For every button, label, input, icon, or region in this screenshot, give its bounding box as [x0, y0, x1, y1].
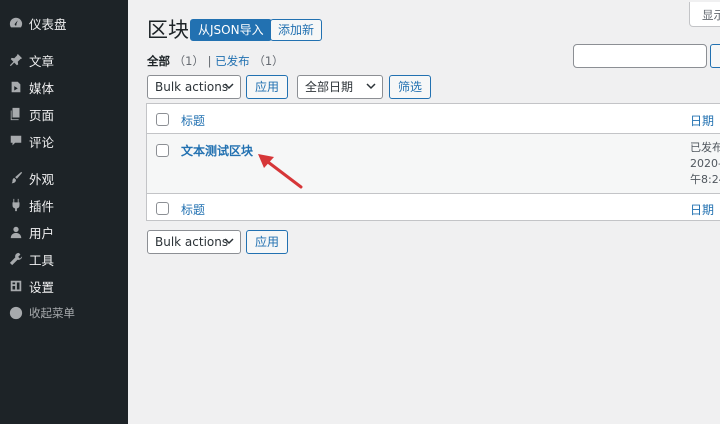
select-all-checkbox-footer[interactable] [156, 202, 169, 215]
view-separator: | [207, 54, 212, 68]
sidebar-item-tools[interactable]: 工具 [0, 246, 128, 272]
view-all-link[interactable]: 全部 [147, 54, 170, 68]
view-all-count: （1） [173, 54, 204, 68]
page-title: 区块 [147, 18, 189, 42]
sidebar-item-users[interactable]: 用户 [0, 219, 128, 245]
brush-icon [8, 170, 24, 186]
sidebar-item-posts[interactable]: 文章 [0, 47, 128, 73]
sidebar-item-label: 用户 [29, 225, 55, 241]
sidebar-item-label: 插件 [29, 198, 55, 214]
pin-icon [8, 52, 24, 68]
media-icon [8, 79, 24, 95]
status-views: 全部 （1） | 已发布 （1） [147, 53, 284, 69]
user-icon [8, 224, 24, 240]
sidebar-item-plugins[interactable]: 插件 [0, 192, 128, 218]
sidebar-item-label: 评论 [29, 134, 55, 150]
column-title-footer[interactable]: 标题 [181, 201, 205, 218]
apply-button[interactable]: 应用 [246, 75, 289, 99]
bulk-actions-select[interactable]: Bulk actions [147, 75, 241, 99]
sidebar-item-label: 工具 [29, 252, 55, 268]
block-title-link[interactable]: 文本测试区块 [181, 142, 253, 159]
sidebar-item-dashboard[interactable]: 仪表盘 [0, 10, 128, 36]
sidebar-item-label: 文章 [29, 53, 55, 69]
add-new-button[interactable]: 添加新 [270, 19, 323, 41]
collapse-menu-button[interactable]: 收起菜单 [0, 300, 128, 326]
sidebar-item-label: 收起菜单 [29, 306, 75, 320]
column-date-footer[interactable]: 日期 [690, 201, 714, 218]
chevron-down-icon [224, 238, 234, 245]
bulk-actions-select-bottom[interactable]: Bulk actions [147, 230, 241, 254]
view-published-link[interactable]: 已发布 [215, 54, 250, 68]
sidebar-item-media[interactable]: 媒体 [0, 74, 128, 100]
bulk-actions-value: Bulk actions [155, 235, 229, 249]
plugin-icon [8, 197, 24, 213]
comment-icon [8, 133, 24, 149]
annotation-arrow-icon [258, 154, 303, 189]
bulk-actions-value: Bulk actions [155, 80, 229, 94]
apply-button-bottom[interactable]: 应用 [246, 230, 289, 254]
import-json-button[interactable]: 从JSON导入 [190, 19, 272, 41]
collapse-icon [8, 305, 24, 321]
row-checkbox[interactable] [156, 144, 169, 157]
sidebar-item-label: 设置 [29, 279, 55, 295]
sidebar-item-comments[interactable]: 评论 [0, 128, 128, 154]
admin-sidebar: 仪表盘 文章 媒体 页面 评论 外观 插件 用户 工具 设置 收起菜单 [0, 0, 128, 424]
table-header-row: 标题 日期 [147, 104, 720, 134]
sidebar-item-label: 媒体 [29, 80, 55, 96]
blocks-table: 标题 日期 文本测试区块 已发布 2020-1 午8:24 标题 日期 [146, 103, 720, 221]
dashboard-icon [8, 15, 24, 31]
filter-button[interactable]: 筛选 [389, 75, 432, 99]
select-all-checkbox[interactable] [156, 113, 169, 126]
date-filter-select[interactable]: 全部日期 [297, 75, 383, 99]
column-title-header[interactable]: 标题 [181, 112, 205, 129]
chevron-down-icon [366, 83, 376, 90]
settings-icon [8, 278, 24, 294]
row-date: 2020-1 [690, 157, 720, 170]
screen-options-tab[interactable]: 显示 [689, 2, 720, 27]
sidebar-item-label: 仪表盘 [29, 16, 67, 32]
search-button[interactable] [710, 44, 720, 68]
table-row: 文本测试区块 已发布 2020-1 午8:24 [147, 134, 720, 193]
date-filter-value: 全部日期 [305, 80, 354, 94]
wrench-icon [8, 251, 24, 267]
column-date-header[interactable]: 日期 [690, 112, 714, 129]
view-published-count: （1） [253, 54, 284, 68]
row-time: 午8:24 [690, 173, 720, 186]
search-input[interactable] [573, 44, 707, 68]
sidebar-item-label: 外观 [29, 171, 55, 187]
sidebar-item-settings[interactable]: 设置 [0, 273, 128, 299]
sidebar-item-label: 页面 [29, 107, 55, 123]
table-footer-row: 标题 日期 [147, 193, 720, 222]
sidebar-item-pages[interactable]: 页面 [0, 101, 128, 127]
page-icon [8, 106, 24, 122]
chevron-down-icon [224, 83, 234, 90]
sidebar-item-appearance[interactable]: 外观 [0, 165, 128, 191]
row-status: 已发布 [690, 141, 720, 154]
